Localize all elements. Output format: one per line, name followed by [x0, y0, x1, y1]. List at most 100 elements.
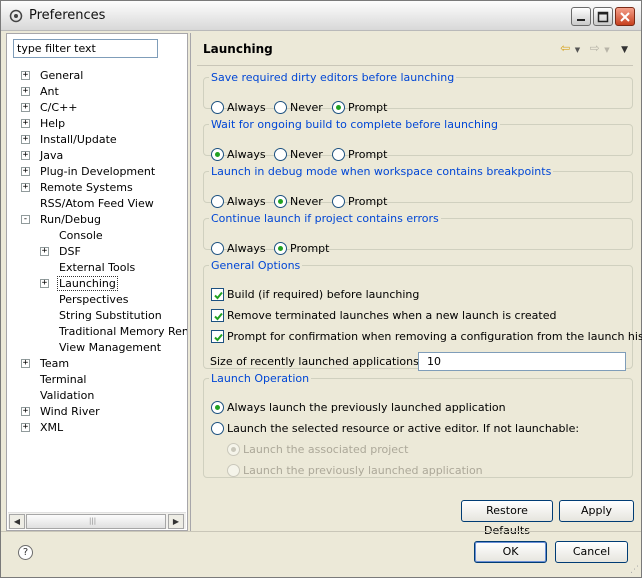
- radio-always[interactable]: [211, 194, 224, 208]
- radio-never[interactable]: [274, 100, 287, 114]
- expand-icon[interactable]: +: [21, 135, 30, 144]
- tree-item[interactable]: + C/C++: [21, 100, 80, 116]
- tree-item[interactable]: + Wind River: [21, 404, 102, 420]
- radio: [227, 442, 240, 456]
- build-before-launch-checkbox[interactable]: Build (if required) before launching: [211, 287, 419, 303]
- tree-item[interactable]: String Substitution: [40, 308, 164, 324]
- tree-item[interactable]: Terminal: [21, 372, 89, 388]
- tree-item[interactable]: View Management: [40, 340, 163, 356]
- save-dirty-never-radio[interactable]: Never: [274, 100, 323, 116]
- scroll-left-button[interactable]: ◀: [9, 514, 25, 529]
- radio-label: Never: [290, 195, 323, 208]
- checkbox[interactable]: [211, 329, 224, 343]
- back-arrow-icon[interactable]: ⇦: [560, 41, 570, 55]
- tree-item[interactable]: + XML: [21, 420, 65, 436]
- tree-item[interactable]: + Plug-in Development: [21, 164, 157, 180]
- tree-item[interactable]: + Help: [21, 116, 67, 132]
- radio-always[interactable]: [211, 100, 224, 114]
- radio-always[interactable]: [211, 241, 224, 255]
- radio-never[interactable]: [274, 194, 287, 208]
- expand-icon[interactable]: +: [21, 119, 30, 128]
- minimize-button[interactable]: [571, 7, 591, 26]
- close-button[interactable]: [615, 7, 635, 26]
- title-bar[interactable]: Preferences: [1, 1, 641, 31]
- tree-item-label: Java: [40, 149, 64, 162]
- tree-item[interactable]: + Install/Update: [21, 132, 119, 148]
- confirm-remove-checkbox[interactable]: Prompt for confirmation when removing a …: [211, 329, 642, 345]
- tree-item[interactable]: Validation: [21, 388, 96, 404]
- radio[interactable]: [211, 400, 224, 414]
- tree-item[interactable]: Traditional Memory Renderi: [40, 324, 187, 340]
- expand-icon[interactable]: +: [21, 71, 30, 80]
- tree-item[interactable]: External Tools: [40, 260, 137, 276]
- launch-previous-radio[interactable]: Always launch the previously launched ap…: [211, 400, 506, 416]
- forward-arrow-icon[interactable]: ⇨: [590, 41, 600, 55]
- collapse-icon[interactable]: -: [21, 215, 30, 224]
- cancel-button[interactable]: Cancel: [555, 541, 628, 563]
- history-size-input[interactable]: [418, 352, 626, 371]
- scroll-right-icon: ▶: [172, 517, 180, 526]
- expand-icon[interactable]: +: [21, 103, 30, 112]
- save-dirty-always-radio[interactable]: Always: [211, 100, 266, 116]
- tree-item[interactable]: - Run/Debug: [21, 212, 103, 228]
- scroll-thumb[interactable]: |||: [26, 514, 166, 529]
- remove-terminated-checkbox[interactable]: Remove terminated launches when a new la…: [211, 308, 556, 324]
- checkbox[interactable]: [211, 287, 224, 301]
- ok-button[interactable]: OK: [474, 541, 547, 563]
- radio: [227, 463, 240, 477]
- preference-tree-pane: + General + Ant + C/C++ + Help + Install/Update + J…: [6, 33, 188, 531]
- forward-dropdown-icon[interactable]: ▼: [604, 46, 609, 54]
- back-dropdown-icon[interactable]: ▼: [575, 46, 580, 54]
- checkbox[interactable]: [211, 308, 224, 322]
- expand-icon[interactable]: +: [21, 359, 30, 368]
- tree-item-label: String Substitution: [59, 309, 162, 322]
- radio[interactable]: [211, 421, 224, 435]
- radio-never[interactable]: [274, 147, 287, 161]
- tree-item[interactable]: Perspectives: [40, 292, 130, 308]
- expand-icon[interactable]: +: [21, 151, 30, 160]
- debug-mode-always-radio[interactable]: Always: [211, 194, 266, 210]
- filter-input[interactable]: [13, 39, 158, 58]
- tree-item[interactable]: + Remote Systems: [21, 180, 135, 196]
- tree-item[interactable]: + Java: [21, 148, 65, 164]
- bottom-separator: [1, 531, 641, 532]
- tree-horizontal-scrollbar[interactable]: ◀ ||| ▶: [8, 512, 186, 529]
- apply-button[interactable]: Apply: [559, 500, 634, 522]
- tree-item[interactable]: + DSF: [40, 244, 83, 260]
- continue-errors-always-radio[interactable]: Always: [211, 241, 266, 257]
- expand-icon[interactable]: +: [21, 183, 30, 192]
- debug-mode-never-radio[interactable]: Never: [274, 194, 323, 210]
- radio-prompt[interactable]: [332, 100, 345, 114]
- view-menu-icon[interactable]: ▼: [621, 45, 628, 55]
- tree-item[interactable]: + Launching: [40, 276, 118, 292]
- expand-icon[interactable]: +: [21, 87, 30, 96]
- radio-prompt[interactable]: [332, 147, 345, 161]
- radio-always[interactable]: [211, 147, 224, 161]
- expand-icon[interactable]: +: [40, 247, 49, 256]
- tree-item[interactable]: + Team: [21, 356, 71, 372]
- wait-build-never-radio[interactable]: Never: [274, 147, 323, 163]
- save-dirty-prompt-radio[interactable]: Prompt: [332, 100, 387, 116]
- restore-defaults-button[interactable]: Restore Defaults: [461, 500, 553, 537]
- wait-build-prompt-radio[interactable]: Prompt: [332, 147, 387, 163]
- help-icon[interactable]: ?: [18, 545, 33, 560]
- maximize-button[interactable]: [593, 7, 613, 26]
- tree-item[interactable]: + Ant: [21, 84, 61, 100]
- radio-prompt[interactable]: [332, 194, 345, 208]
- debug-mode-prompt-radio[interactable]: Prompt: [332, 194, 387, 210]
- tree-item[interactable]: RSS/Atom Feed View: [21, 196, 156, 212]
- expand-icon[interactable]: +: [21, 423, 30, 432]
- scroll-right-button[interactable]: ▶: [168, 514, 184, 529]
- expand-icon[interactable]: +: [21, 407, 30, 416]
- tree-item[interactable]: + General: [21, 68, 85, 84]
- radio-label: Prompt: [290, 242, 330, 255]
- wait-build-always-radio[interactable]: Always: [211, 147, 266, 163]
- expand-icon[interactable]: +: [21, 167, 30, 176]
- tree-item[interactable]: Console: [40, 228, 105, 244]
- radio-label: Never: [290, 101, 323, 114]
- continue-errors-prompt-radio[interactable]: Prompt: [274, 241, 329, 257]
- radio-prompt[interactable]: [274, 241, 287, 255]
- launch-selected-radio[interactable]: Launch the selected resource or active e…: [211, 421, 579, 437]
- resize-grip-icon[interactable]: ⋰: [630, 565, 639, 575]
- expand-icon[interactable]: +: [40, 279, 49, 288]
